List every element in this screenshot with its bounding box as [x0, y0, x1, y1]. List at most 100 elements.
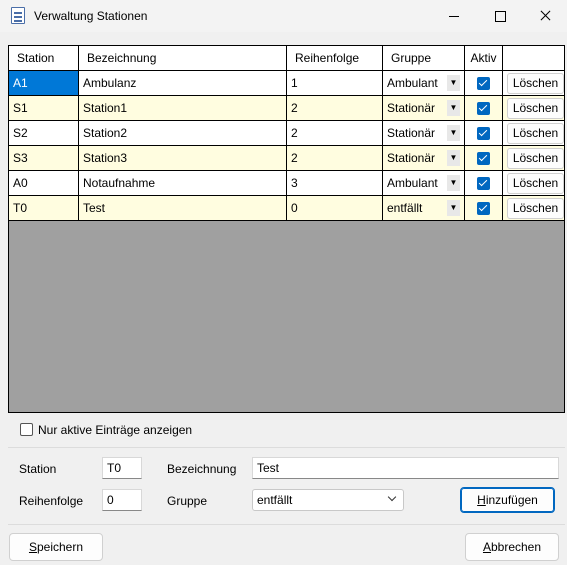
cell-reihenfolge[interactable]: 2 — [287, 96, 383, 121]
gruppe-label: Gruppe — [167, 494, 208, 508]
cell-reihenfolge[interactable]: 1 — [287, 71, 383, 96]
cell-gruppe: entfällt — [387, 201, 423, 215]
dropdown-arrow-icon[interactable]: ▼ — [447, 75, 460, 91]
cell-aktiv — [465, 196, 503, 221]
aktiv-checkbox[interactable] — [477, 177, 490, 190]
reihenfolge-label: Reihenfolge — [19, 494, 84, 508]
cell-action: Löschen — [503, 196, 564, 221]
delete-button[interactable]: Löschen — [507, 73, 564, 94]
cell-station[interactable]: A1 — [9, 71, 79, 96]
cell-reihenfolge[interactable]: 2 — [287, 146, 383, 171]
aktiv-checkbox[interactable] — [477, 102, 490, 115]
cell-aktiv — [465, 96, 503, 121]
chevron-down-icon — [387, 493, 397, 503]
station-label: Station — [19, 462, 57, 476]
active-only-checkbox[interactable] — [20, 423, 33, 436]
add-button-label: inzufügen — [485, 493, 538, 507]
cell-bezeichnung[interactable]: Test — [79, 196, 287, 221]
aktiv-checkbox[interactable] — [477, 202, 490, 215]
cancel-button-mnemonic: A — [482, 540, 491, 554]
maximize-button[interactable] — [476, 0, 522, 32]
document-icon — [11, 7, 25, 24]
column-header-aktiv[interactable]: Aktiv — [465, 46, 503, 71]
cell-gruppe-combo[interactable]: entfällt ▼ — [383, 196, 465, 221]
bezeichnung-input[interactable]: Test — [252, 457, 559, 479]
add-button-mnemonic: H — [477, 493, 486, 507]
dropdown-arrow-icon[interactable]: ▼ — [447, 175, 460, 191]
cell-reihenfolge[interactable]: 3 — [287, 171, 383, 196]
title-bar[interactable]: Verwaltung Stationen — [0, 0, 567, 32]
cell-action: Löschen — [503, 146, 564, 171]
cell-bezeichnung[interactable]: Station1 — [79, 96, 287, 121]
cell-gruppe-combo[interactable]: Ambulant ▼ — [383, 171, 465, 196]
cell-gruppe: Stationär — [387, 101, 436, 115]
cell-station[interactable]: T0 — [9, 196, 79, 221]
cell-station[interactable]: S2 — [9, 121, 79, 146]
cell-gruppe: Stationär — [387, 151, 436, 165]
cell-gruppe-combo[interactable]: Ambulant ▼ — [383, 71, 465, 96]
table-row[interactable]: S3 Station3 2 Stationär ▼ Löschen — [9, 146, 564, 171]
aktiv-checkbox[interactable] — [477, 77, 490, 90]
minimize-button[interactable] — [430, 0, 476, 32]
grid-header: Station Bezeichnung Reihenfolge Gruppe A… — [9, 46, 564, 71]
delete-button[interactable]: Löschen — [507, 173, 564, 194]
delete-button[interactable]: Löschen — [507, 198, 564, 219]
delete-button[interactable]: Löschen — [507, 148, 564, 169]
dropdown-arrow-icon[interactable]: ▼ — [447, 200, 460, 216]
reihenfolge-input[interactable]: 0 — [102, 489, 142, 511]
cell-gruppe: Ambulant — [387, 76, 438, 90]
table-row[interactable]: T0 Test 0 entfällt ▼ Löschen — [9, 196, 564, 221]
active-only-label[interactable]: Nur aktive Einträge anzeigen — [38, 423, 192, 437]
save-button-mnemonic: S — [28, 540, 37, 554]
dropdown-arrow-icon[interactable]: ▼ — [447, 150, 460, 166]
cell-action: Löschen — [503, 171, 564, 196]
cell-reihenfolge[interactable]: 2 — [287, 121, 383, 146]
cell-bezeichnung[interactable]: Station2 — [79, 121, 287, 146]
gruppe-select[interactable]: entfällt — [252, 489, 404, 511]
cell-station[interactable]: A0 — [9, 171, 79, 196]
column-header-action — [503, 46, 564, 71]
table-row[interactable]: A0 Notaufnahme 3 Ambulant ▼ Löschen — [9, 171, 564, 196]
save-button[interactable]: Speichern — [9, 533, 103, 561]
table-row[interactable]: S1 Station1 2 Stationär ▼ Löschen — [9, 96, 564, 121]
cancel-button[interactable]: Abbrechen — [465, 533, 559, 561]
bezeichnung-label: Bezeichnung — [167, 462, 237, 476]
aktiv-checkbox[interactable] — [477, 152, 490, 165]
save-button-label: peichern — [36, 540, 84, 554]
cell-action: Löschen — [503, 96, 564, 121]
table-row[interactable]: S2 Station2 2 Stationär ▼ Löschen — [9, 121, 564, 146]
delete-button[interactable]: Löschen — [507, 123, 564, 144]
gruppe-select-value: entfällt — [257, 493, 293, 507]
cell-aktiv — [465, 71, 503, 96]
cell-aktiv — [465, 146, 503, 171]
delete-button[interactable]: Löschen — [507, 98, 564, 119]
table-row[interactable]: A1 Ambulanz 1 Ambulant ▼ Löschen — [9, 71, 564, 96]
cell-gruppe-combo[interactable]: Stationär ▼ — [383, 146, 465, 171]
dropdown-arrow-icon[interactable]: ▼ — [447, 125, 460, 141]
dropdown-arrow-icon[interactable]: ▼ — [447, 100, 460, 116]
cell-gruppe-combo[interactable]: Stationär ▼ — [383, 96, 465, 121]
station-input[interactable]: T0 — [102, 457, 142, 479]
cell-gruppe: Stationär — [387, 126, 436, 140]
edit-panel: Station T0 Bezeichnung Test Reihenfolge … — [8, 447, 565, 525]
cell-reihenfolge[interactable]: 0 — [287, 196, 383, 221]
window-title: Verwaltung Stationen — [34, 9, 148, 23]
column-header-reihenfolge[interactable]: Reihenfolge — [287, 46, 383, 71]
aktiv-checkbox[interactable] — [477, 127, 490, 140]
column-header-gruppe[interactable]: Gruppe — [383, 46, 465, 71]
cell-bezeichnung[interactable]: Notaufnahme — [79, 171, 287, 196]
column-header-bezeichnung[interactable]: Bezeichnung — [79, 46, 287, 71]
close-button[interactable] — [522, 0, 567, 32]
column-header-station[interactable]: Station — [9, 46, 79, 71]
cancel-button-label: bbrechen — [490, 540, 542, 554]
cell-station[interactable]: S3 — [9, 146, 79, 171]
stations-grid[interactable]: Station Bezeichnung Reihenfolge Gruppe A… — [8, 45, 565, 413]
cell-gruppe-combo[interactable]: Stationär ▼ — [383, 121, 465, 146]
cell-gruppe: Ambulant — [387, 176, 438, 190]
cell-station[interactable]: S1 — [9, 96, 79, 121]
cell-aktiv — [465, 171, 503, 196]
cell-bezeichnung[interactable]: Ambulanz — [79, 71, 287, 96]
add-button[interactable]: Hinzufügen — [460, 487, 555, 513]
cell-aktiv — [465, 121, 503, 146]
cell-bezeichnung[interactable]: Station3 — [79, 146, 287, 171]
